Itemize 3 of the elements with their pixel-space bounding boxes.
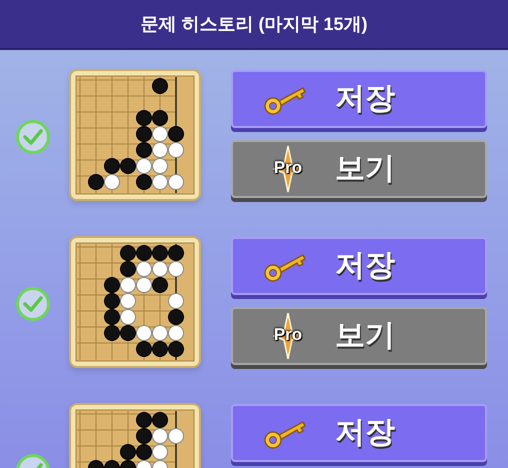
check-circle-icon[interactable] [15, 286, 51, 322]
window-title: 문제 히스토리 (마지막 15개) [140, 12, 368, 36]
check-circle-icon[interactable] [15, 119, 51, 155]
